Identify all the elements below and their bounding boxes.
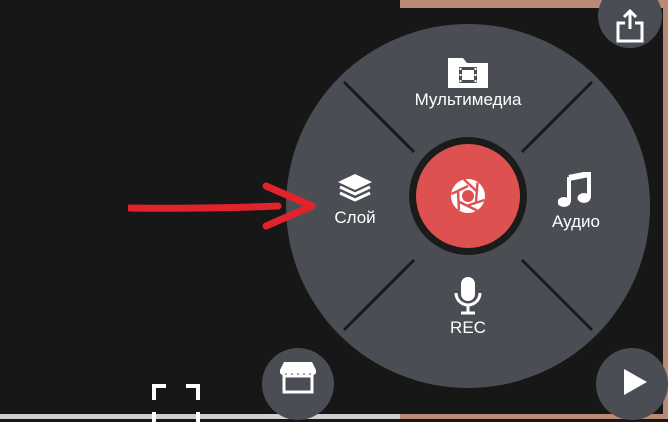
microphone-icon bbox=[454, 277, 482, 315]
menu-item-layer[interactable]: Слой bbox=[318, 172, 392, 228]
store-icon bbox=[280, 362, 316, 394]
camera-shutter-icon bbox=[450, 178, 485, 213]
play-icon bbox=[624, 369, 647, 395]
layers-icon bbox=[338, 174, 372, 202]
share-export-icon bbox=[616, 9, 644, 43]
menu-item-layer-label: Слой bbox=[334, 208, 376, 227]
photo-edge-right bbox=[663, 0, 668, 419]
menu-item-rec[interactable]: REC bbox=[420, 276, 516, 338]
music-note-icon bbox=[558, 172, 591, 207]
menu-item-media-label: Мультимедиа bbox=[414, 90, 522, 109]
fullscreen-icon[interactable] bbox=[150, 382, 202, 422]
menu-item-audio-label: Аудио bbox=[552, 212, 600, 231]
play-button[interactable] bbox=[596, 348, 668, 420]
annotation-arrow bbox=[128, 182, 316, 230]
menu-item-audio[interactable]: Аудио bbox=[538, 172, 614, 232]
store-button[interactable] bbox=[262, 348, 334, 420]
menu-item-rec-label: REC bbox=[450, 318, 486, 337]
menu-item-media[interactable]: Мультимедиа bbox=[408, 54, 528, 110]
capture-button[interactable] bbox=[416, 144, 520, 248]
film-folder-icon bbox=[448, 58, 488, 88]
